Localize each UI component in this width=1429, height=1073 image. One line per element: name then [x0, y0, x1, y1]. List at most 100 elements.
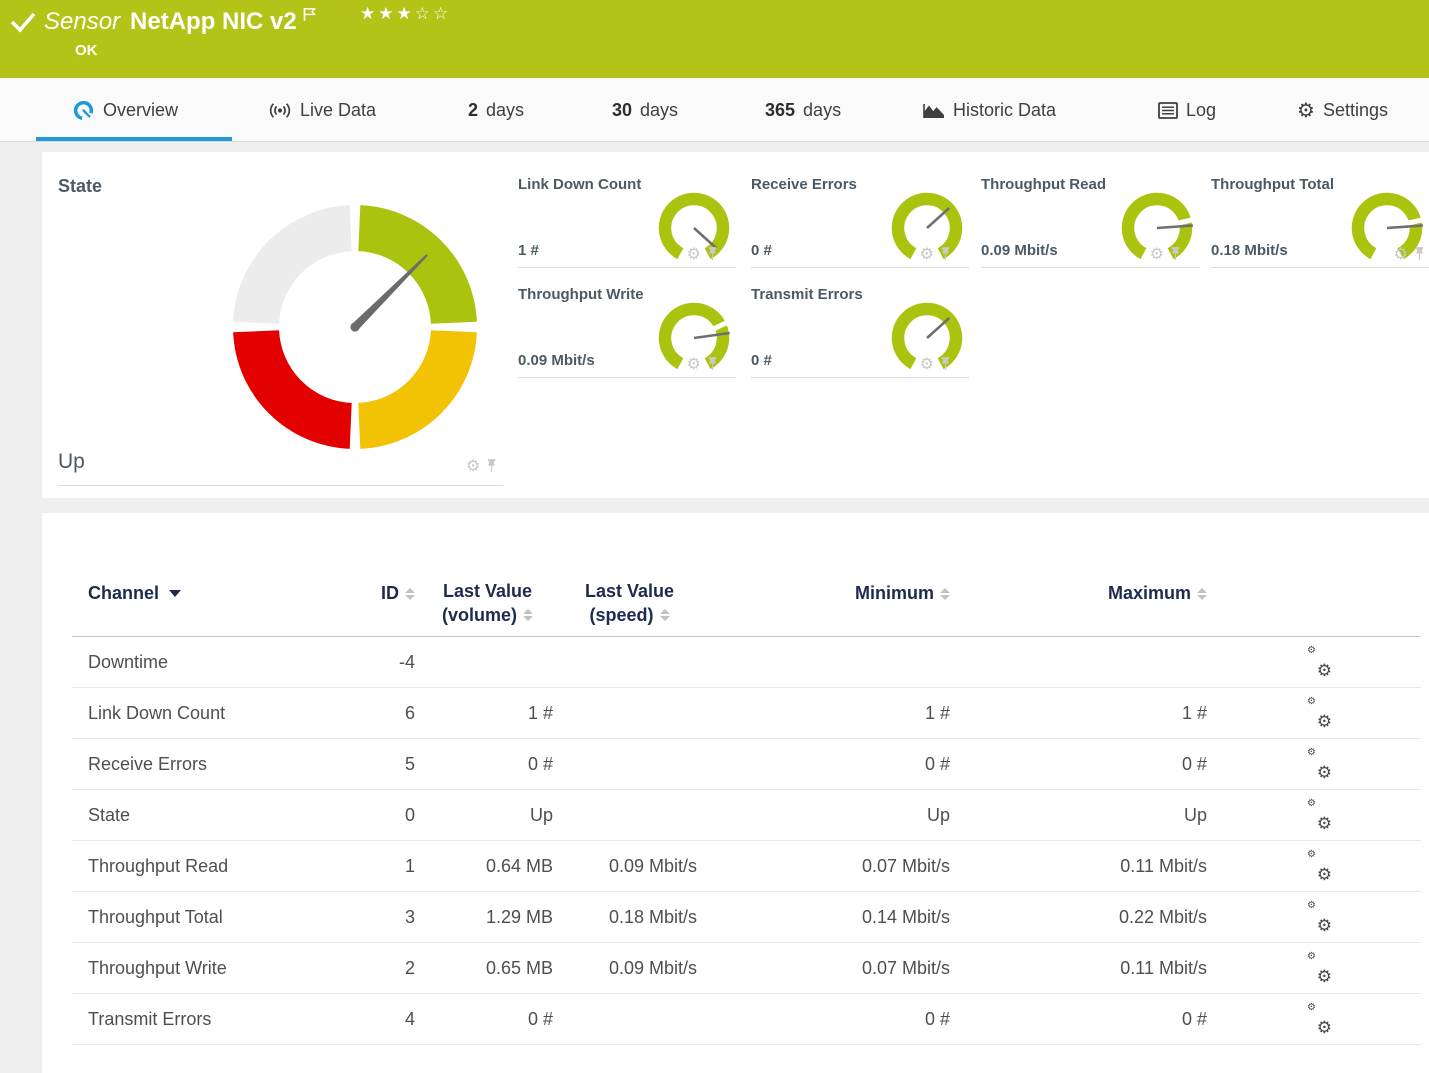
column-header-maximum[interactable]: Maximum [1002, 583, 1207, 604]
gear-icon[interactable]: ⚙ [920, 247, 934, 261]
gauge-value: 0 # [751, 242, 772, 259]
gauge-panel-link-down-count: Link Down Count 1 # ⚙ [518, 170, 736, 268]
column-header-channel[interactable]: Channel [88, 583, 181, 604]
pin-icon[interactable] [940, 356, 951, 371]
pin-icon[interactable] [486, 458, 497, 473]
gauge-label: Throughput Write [518, 286, 644, 303]
pin-icon[interactable] [940, 246, 951, 261]
tab-2-days-unit: days [486, 100, 524, 121]
gauge-panel-throughput-total: Throughput Total 0.18 Mbit/s ⚙ [1211, 170, 1429, 268]
sensor-status-header: Sensor NetApp NIC v2 ★★★☆☆ OK [0, 0, 1429, 78]
minimum-value: 0.07 Mbit/s [742, 841, 950, 892]
column-header-minimum-label: Minimum [855, 583, 934, 604]
overview-gauges-card: State Up ⚙ Link Down Count 1 # ⚙ [42, 152, 1429, 498]
column-header-minimum[interactable]: Minimum [742, 583, 950, 604]
channel-id: 5 [322, 739, 415, 790]
column-header-id[interactable]: ID [322, 583, 415, 604]
state-panel-controls: ⚙ [466, 458, 497, 473]
minimum-value: Up [742, 790, 950, 841]
tab-historic-data-label: Historic Data [953, 100, 1056, 121]
tab-log[interactable]: Log [1158, 78, 1216, 142]
channel-id: 0 [322, 790, 415, 841]
gauge-panel-throughput-read: Throughput Read 0.09 Mbit/s ⚙ [981, 170, 1199, 268]
gear-icon[interactable]: ⚙ [466, 459, 480, 473]
sensor-title: NetApp NIC v2 [130, 8, 297, 36]
gauge-value: 0.09 Mbit/s [981, 242, 1058, 259]
channel-name: Throughput Total [88, 892, 223, 943]
broadcast-icon [268, 101, 292, 120]
table-row-throughput-write: Throughput Write 2 0.65 MB 0.09 Mbit/s 0… [72, 943, 1421, 994]
column-header-last-value-speed[interactable]: Last Value (speed) [562, 579, 697, 627]
flag-icon[interactable] [303, 7, 317, 22]
tab-bar: Overview Live Data 2 days 30 days 365 da… [0, 78, 1429, 142]
gauge-value: 0.18 Mbit/s [1211, 242, 1288, 259]
priority-stars[interactable]: ★★★☆☆ [360, 4, 451, 24]
gear-icon[interactable]: ⚙ [687, 357, 701, 371]
gear-icon[interactable]: ⚙ [920, 357, 934, 371]
table-header-row: Channel ID Last Value (volume) Last Valu… [72, 565, 1421, 637]
tab-365-days[interactable]: 365 days [765, 78, 841, 142]
minimum-value: 0 # [742, 994, 950, 1045]
channel-settings-gear-icon[interactable]: ⚙⚙ [1307, 994, 1337, 1045]
pin-icon[interactable] [707, 356, 718, 371]
table-row-throughput-read: Throughput Read 1 0.64 MB 0.09 Mbit/s 0.… [72, 841, 1421, 892]
minimum-value: 0.14 Mbit/s [742, 892, 950, 943]
tab-365-days-number: 365 [765, 100, 795, 121]
maximum-value: 0.11 Mbit/s [1002, 943, 1207, 994]
sensor-status-text: OK [75, 42, 98, 59]
tab-historic-data[interactable]: Historic Data [923, 78, 1056, 142]
panel-divider [58, 485, 503, 486]
gear-icon[interactable]: ⚙ [687, 247, 701, 261]
state-panel-title: State [58, 176, 102, 197]
column-header-lastvalue-label: Last Value [585, 579, 674, 603]
maximum-value: 0 # [1002, 739, 1207, 790]
maximum-value: 0.11 Mbit/s [1002, 841, 1207, 892]
channel-name: Downtime [88, 637, 168, 688]
tab-2-days[interactable]: 2 days [468, 78, 524, 142]
maximum-value: 0.22 Mbit/s [1002, 892, 1207, 943]
tab-settings[interactable]: ⚙ Settings [1297, 78, 1388, 142]
gauge-value: 1 # [518, 242, 539, 259]
tab-30-days[interactable]: 30 days [612, 78, 678, 142]
channel-name: Throughput Read [88, 841, 228, 892]
log-list-icon [1158, 102, 1178, 119]
last-value-volume: 0 # [422, 739, 553, 790]
gauge-label: Throughput Read [981, 176, 1106, 193]
maximum-value: 1 # [1002, 688, 1207, 739]
pin-icon[interactable] [1414, 246, 1425, 261]
tab-overview[interactable]: Overview [72, 78, 178, 142]
pin-icon[interactable] [1170, 246, 1181, 261]
channel-name: Link Down Count [88, 688, 225, 739]
gauge-value: 0 # [751, 352, 772, 369]
table-body: Downtime -4 ⚙⚙ Link Down Count 6 1 # 1 #… [72, 637, 1421, 1045]
column-header-maximum-label: Maximum [1108, 583, 1191, 604]
last-value-speed: 0.09 Mbit/s [562, 841, 697, 892]
gear-icon[interactable]: ⚙ [1394, 247, 1408, 261]
table-row-receive-errors: Receive Errors 5 0 # 0 # 0 # ⚙⚙ [72, 739, 1421, 790]
tab-live-data[interactable]: Live Data [268, 78, 376, 142]
channel-name: Transmit Errors [88, 994, 211, 1045]
last-value-volume: 1 # [422, 688, 553, 739]
gauge-label: Throughput Total [1211, 176, 1334, 193]
state-value: Up [58, 450, 85, 474]
column-header-id-label: ID [381, 583, 399, 604]
gear-icon: ⚙ [1297, 98, 1315, 122]
channel-name: Receive Errors [88, 739, 207, 790]
column-header-channel-label: Channel [88, 583, 159, 604]
active-tab-indicator [36, 137, 232, 141]
last-value-speed: 0.18 Mbit/s [562, 892, 697, 943]
tab-30-days-number: 30 [612, 100, 632, 121]
channel-name: Throughput Write [88, 943, 227, 994]
table-row-state: State 0 Up Up Up ⚙⚙ [72, 790, 1421, 841]
maximum-value: Up [1002, 790, 1207, 841]
gauge-panel-throughput-write: Throughput Write 0.09 Mbit/s ⚙ [518, 280, 736, 378]
maximum-value: 0 # [1002, 994, 1207, 1045]
table-row-downtime: Downtime -4 ⚙⚙ [72, 637, 1421, 688]
pin-icon[interactable] [707, 246, 718, 261]
tab-settings-label: Settings [1323, 100, 1388, 121]
sort-caret-down-icon [169, 590, 181, 597]
last-value-volume: 1.29 MB [422, 892, 553, 943]
table-row-link-down-count: Link Down Count 6 1 # 1 # 1 # ⚙⚙ [72, 688, 1421, 739]
gear-icon[interactable]: ⚙ [1150, 247, 1164, 261]
column-header-last-value-volume[interactable]: Last Value (volume) [422, 579, 553, 627]
